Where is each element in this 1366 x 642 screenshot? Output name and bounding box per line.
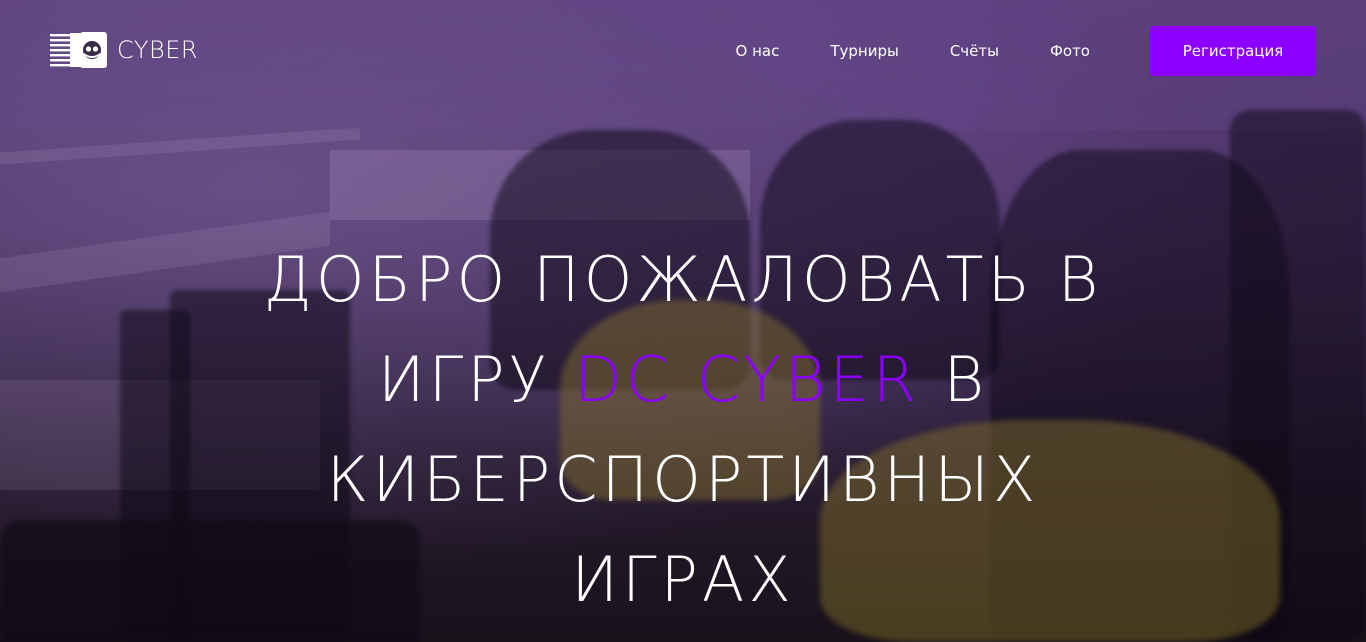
nav-link-tournaments[interactable]: Турниры	[830, 26, 898, 76]
headline-line-4: ИГРАХ	[571, 543, 795, 616]
nav-link-about[interactable]: О нас	[736, 26, 780, 76]
brand-logo[interactable]: CYBER	[50, 31, 198, 69]
site-header: CYBER О нас Турниры Счёты Фото Регистрац…	[0, 0, 1366, 100]
register-button[interactable]: Регистрация	[1150, 26, 1316, 76]
nav-link-scores[interactable]: Счёты	[950, 26, 999, 76]
nav-link-photo[interactable]: Фото	[1050, 26, 1090, 76]
headline-line-2: ИГРУ DC CYBER В	[0, 330, 1366, 430]
dc-logo-icon	[50, 31, 107, 69]
hero-headline: ДОБРО ПОЖАЛОВАТЬ В ИГРУ DC CYBER В КИБЕР…	[0, 230, 1366, 630]
headline-brand-accent: DC CYBER	[574, 343, 920, 416]
headline-line-3: КИБЕРСПОРТИВНЫХ	[326, 443, 1040, 516]
headline-line-2-suffix: В	[943, 343, 989, 416]
headline-line-2-prefix: ИГРУ	[377, 343, 551, 416]
main-navigation: О нас Турниры Счёты Фото Регистрация	[736, 26, 1316, 76]
hero-section: CYBER О нас Турниры Счёты Фото Регистрац…	[0, 0, 1366, 642]
logo-text: CYBER	[117, 36, 199, 64]
headline-line-1: ДОБРО ПОЖАЛОВАТЬ В	[263, 243, 1103, 316]
